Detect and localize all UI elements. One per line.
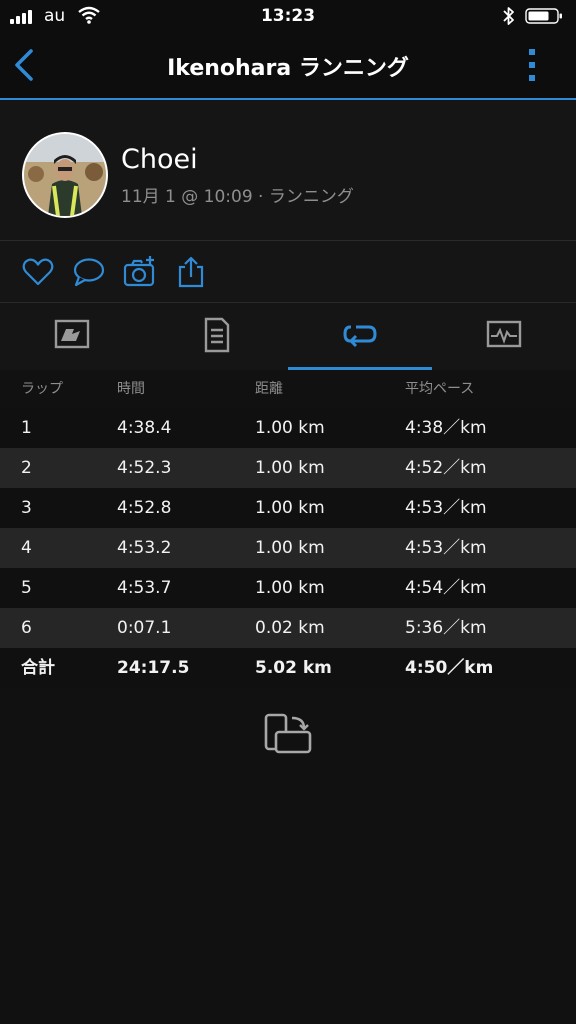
laps-table: ラップ 時間 距離 平均ペース 1 4:38.4 1.00 km 4:38／km… xyxy=(0,370,576,688)
lap-number: 1 xyxy=(21,418,32,438)
lap-distance: 1.00 km xyxy=(255,418,325,438)
lap-pace: 4:53／km xyxy=(405,538,487,558)
tab-details[interactable] xyxy=(144,303,288,370)
lap-pace: 4:52／km xyxy=(405,458,487,478)
header-distance: 距離 xyxy=(255,381,283,397)
table-row: 1 4:38.4 1.00 km 4:38／km xyxy=(0,408,576,448)
user-name: Choei xyxy=(121,144,198,175)
bluetooth-icon xyxy=(503,7,514,25)
tab-charts[interactable] xyxy=(432,303,576,370)
battery-icon xyxy=(525,8,562,24)
lap-pace: 5:36／km xyxy=(405,618,487,638)
tab-overview[interactable] xyxy=(0,303,144,370)
avatar-photo xyxy=(24,134,106,216)
activity-header: Choei 11月 1 @ 10:09 · ランニング xyxy=(0,100,576,240)
total-pace: 4:50／km xyxy=(405,658,494,678)
lap-pace: 4:38／km xyxy=(405,418,487,438)
rotate-screen-icon[interactable] xyxy=(262,712,314,756)
share-icon[interactable] xyxy=(175,255,209,289)
header-lap: ラップ xyxy=(21,381,63,397)
action-row xyxy=(0,241,576,302)
back-chevron-icon[interactable] xyxy=(10,46,38,84)
charts-icon xyxy=(486,320,522,348)
comment-icon[interactable] xyxy=(72,255,106,289)
laps-icon xyxy=(343,325,377,348)
lap-distance: 1.00 km xyxy=(255,458,325,478)
lap-time: 4:53.7 xyxy=(117,578,172,598)
total-label: 合計 xyxy=(21,658,55,678)
clock: 13:23 xyxy=(260,6,316,26)
table-row: 2 4:52.3 1.00 km 4:52／km xyxy=(0,448,576,488)
activity-date-type: 11月 1 @ 10:09 · ランニング xyxy=(121,187,354,207)
lap-number: 3 xyxy=(21,498,32,518)
lap-pace: 4:54／km xyxy=(405,578,487,598)
table-row: 4 4:53.2 1.00 km 4:53／km xyxy=(0,528,576,568)
lap-time: 4:52.8 xyxy=(117,498,172,518)
lap-pace: 4:53／km xyxy=(405,498,487,518)
details-icon xyxy=(204,317,230,353)
status-bar: au 13:23 xyxy=(0,0,576,32)
lap-time: 4:52.3 xyxy=(117,458,172,478)
lap-time: 4:53.2 xyxy=(117,538,172,558)
table-row: 5 4:53.7 1.00 km 4:54／km xyxy=(0,568,576,608)
lap-distance: 1.00 km xyxy=(255,538,325,558)
lap-distance: 1.00 km xyxy=(255,498,325,518)
total-time: 24:17.5 xyxy=(117,658,190,678)
overview-icon xyxy=(54,319,90,349)
table-header: ラップ 時間 距離 平均ペース xyxy=(0,370,576,408)
lap-time: 4:38.4 xyxy=(117,418,172,438)
activity-tabs xyxy=(0,303,576,370)
total-distance: 5.02 km xyxy=(255,658,332,678)
more-vertical-icon[interactable] xyxy=(520,46,544,84)
lap-time: 0:07.1 xyxy=(117,618,172,638)
lap-distance: 0.02 km xyxy=(255,618,325,638)
table-row: 6 0:07.1 0.02 km 5:36／km xyxy=(0,608,576,648)
tab-laps[interactable] xyxy=(288,303,432,370)
camera-add-icon[interactable] xyxy=(123,255,157,289)
table-row: 3 4:52.8 1.00 km 4:53／km xyxy=(0,488,576,528)
page-title: Ikenohara ランニング xyxy=(167,56,409,81)
navigation-bar: Ikenohara ランニング xyxy=(0,32,576,100)
lap-number: 4 xyxy=(21,538,32,558)
lap-distance: 1.00 km xyxy=(255,578,325,598)
lap-number: 2 xyxy=(21,458,32,478)
lap-number: 6 xyxy=(21,618,32,638)
header-time: 時間 xyxy=(117,381,145,397)
table-total-row: 合計 24:17.5 5.02 km 4:50／km xyxy=(0,648,576,688)
lap-number: 5 xyxy=(21,578,32,598)
avatar[interactable] xyxy=(24,134,106,216)
heart-icon[interactable] xyxy=(21,255,55,289)
header-avg-pace: 平均ペース xyxy=(405,381,475,397)
